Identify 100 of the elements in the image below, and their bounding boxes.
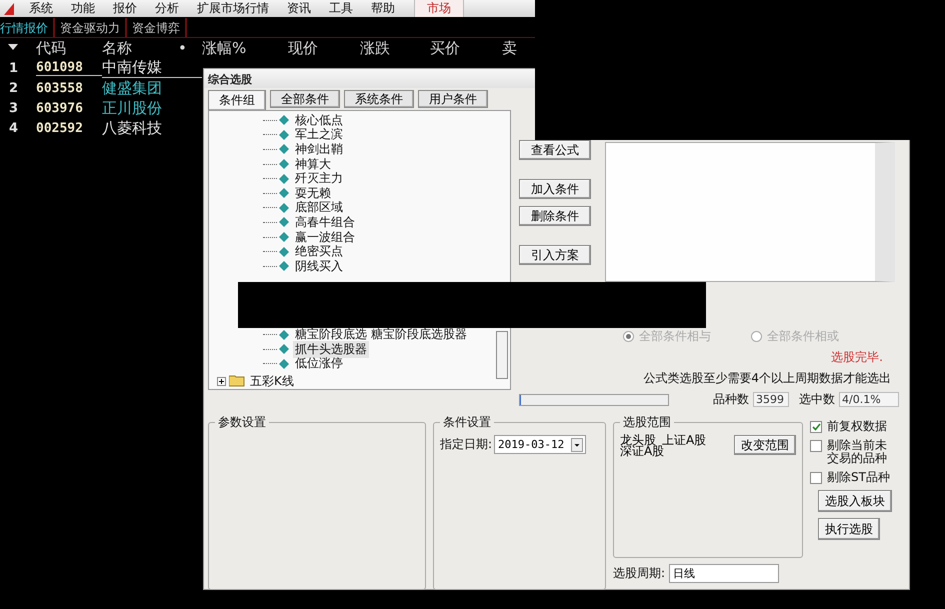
column-header[interactable]: 涨幅%: [202, 38, 246, 58]
stock-code: 603558: [36, 80, 84, 96]
action-button[interactable]: 执行选股: [818, 518, 880, 540]
formula-icon: [279, 202, 289, 213]
count-label: 品种数: [713, 391, 749, 408]
group-title: 参数设置: [217, 414, 267, 431]
scope-item: 深证A股: [620, 446, 664, 457]
tree-item[interactable]: 糖宝阶段底选 糖宝阶段底选股器: [293, 326, 469, 344]
formula-icon: [279, 130, 289, 140]
date-select[interactable]: 2019-03-12: [494, 435, 586, 454]
group-title: 条件设置: [442, 414, 492, 431]
market-tab[interactable]: 市场: [414, 0, 464, 17]
menu-item[interactable]: 系统: [20, 0, 62, 17]
formula-icon: [279, 232, 289, 242]
stock-name: 健盛集团: [102, 78, 163, 98]
tree-item[interactable]: 绝密买点: [293, 243, 345, 260]
tree-item[interactable]: 神算大: [293, 156, 333, 173]
menu-item[interactable]: 分析: [146, 0, 188, 17]
checkbox[interactable]: [810, 421, 822, 433]
column-header[interactable]: 现价: [288, 38, 318, 58]
option-label: 剔除ST品种: [827, 471, 890, 484]
folder-icon: [229, 375, 245, 387]
checkbox[interactable]: [810, 472, 822, 484]
tree-item[interactable]: 歼灭主力: [293, 170, 345, 188]
formula-icon: [279, 344, 289, 354]
tree-item[interactable]: 阴线买入: [293, 258, 345, 275]
formula-icon: [279, 330, 289, 340]
hit-label: 选中数: [799, 391, 835, 408]
sort-caret-icon[interactable]: [8, 44, 18, 52]
sub-tab[interactable]: 行情报价: [0, 18, 55, 37]
sub-tab[interactable]: 资金博弈: [127, 18, 187, 37]
stock-name: 正川股份: [102, 98, 163, 118]
tree-item[interactable]: 神剑出鞘: [293, 140, 345, 158]
formula-icon: [279, 144, 289, 154]
formula-icon: [279, 159, 289, 170]
side-button[interactable]: 引入方案: [519, 245, 591, 265]
formula-icon: [279, 174, 289, 184]
column-header[interactable]: 买价: [430, 38, 460, 58]
formula-icon: [279, 261, 289, 272]
status-text: 选股完毕.: [831, 349, 883, 366]
menu-item[interactable]: 扩展市场行情: [188, 0, 278, 17]
row-number: 4: [8, 120, 20, 136]
side-button[interactable]: 查看公式: [519, 140, 591, 160]
stock-code: 002592: [36, 120, 84, 136]
row-number: 3: [8, 100, 20, 116]
row-number: 1: [8, 60, 20, 76]
option-label: 剔除当前未交易的品种: [827, 439, 888, 465]
menu-item[interactable]: 帮助: [362, 0, 404, 17]
menu-item[interactable]: 资讯: [278, 0, 320, 17]
stock-name: 中南传媒: [102, 58, 202, 78]
change-scope-button[interactable]: 改变范围: [734, 435, 796, 455]
column-header[interactable]: 名称: [102, 38, 132, 58]
stock-code: 603976: [36, 100, 84, 116]
tab[interactable]: 条件组: [208, 90, 266, 110]
option-label: 前复权数据: [827, 420, 887, 433]
menu-item[interactable]: 报价: [104, 0, 146, 17]
tree-item[interactable]: 耍无赖: [293, 184, 333, 202]
sub-tab[interactable]: 资金驱动力: [55, 18, 127, 37]
tab[interactable]: 用户条件: [418, 90, 488, 108]
tree-item[interactable]: 核心低点: [293, 112, 345, 129]
tab[interactable]: 全部条件: [270, 90, 340, 108]
column-header[interactable]: •: [178, 39, 187, 57]
formula-icon: [279, 217, 289, 228]
column-header[interactable]: 卖: [502, 38, 517, 58]
scrollbar-thumb[interactable]: [496, 331, 508, 379]
formula-icon: [279, 358, 289, 369]
formula-icon: [279, 246, 289, 257]
menu-item[interactable]: 功能: [62, 0, 104, 17]
group-title: 选股范围: [622, 414, 672, 431]
tree-item[interactable]: 军土之滨: [293, 126, 345, 144]
period-label: 选股周期:: [613, 565, 666, 582]
note-text: 公式类选股至少需要4个以上周期数据才能选出: [643, 370, 891, 387]
tree-item[interactable]: 底部区域: [293, 199, 345, 216]
tab[interactable]: 系统条件: [344, 90, 414, 108]
radio-label: 全部条件相与: [639, 328, 711, 345]
tree-item[interactable]: 高春牛组合: [293, 214, 357, 231]
tree-item[interactable]: 赢一波组合: [293, 228, 357, 246]
scope-item: 上证A股: [662, 435, 706, 446]
dropdown-icon: [571, 438, 584, 452]
tree-item[interactable]: 抓牛头选股器: [293, 340, 369, 358]
column-header[interactable]: 代码: [36, 38, 66, 58]
menu-item[interactable]: 工具: [320, 0, 362, 17]
tree-item[interactable]: 五彩K线: [248, 372, 296, 390]
tree-item[interactable]: 低位涨停: [293, 355, 345, 372]
action-button[interactable]: 选股入板块: [818, 490, 892, 512]
row-number: 2: [8, 80, 20, 96]
stock-name: 八菱科技: [102, 118, 163, 138]
expand-icon[interactable]: [217, 376, 226, 386]
side-button[interactable]: 删除条件: [519, 206, 591, 226]
logo-icon: [4, 2, 14, 14]
formula-icon: [279, 115, 289, 126]
checkbox[interactable]: [810, 440, 822, 452]
scope-item: 龙头股: [620, 435, 656, 446]
formula-icon: [279, 188, 289, 198]
side-button[interactable]: 加入条件: [519, 179, 591, 199]
column-header[interactable]: 涨跌: [360, 38, 390, 58]
hit-value: 4/0.1%: [839, 392, 899, 407]
period-select[interactable]: 日线: [669, 564, 780, 583]
stock-code: 601098: [36, 60, 102, 76]
radio-label: 全部条件相或: [767, 328, 839, 345]
